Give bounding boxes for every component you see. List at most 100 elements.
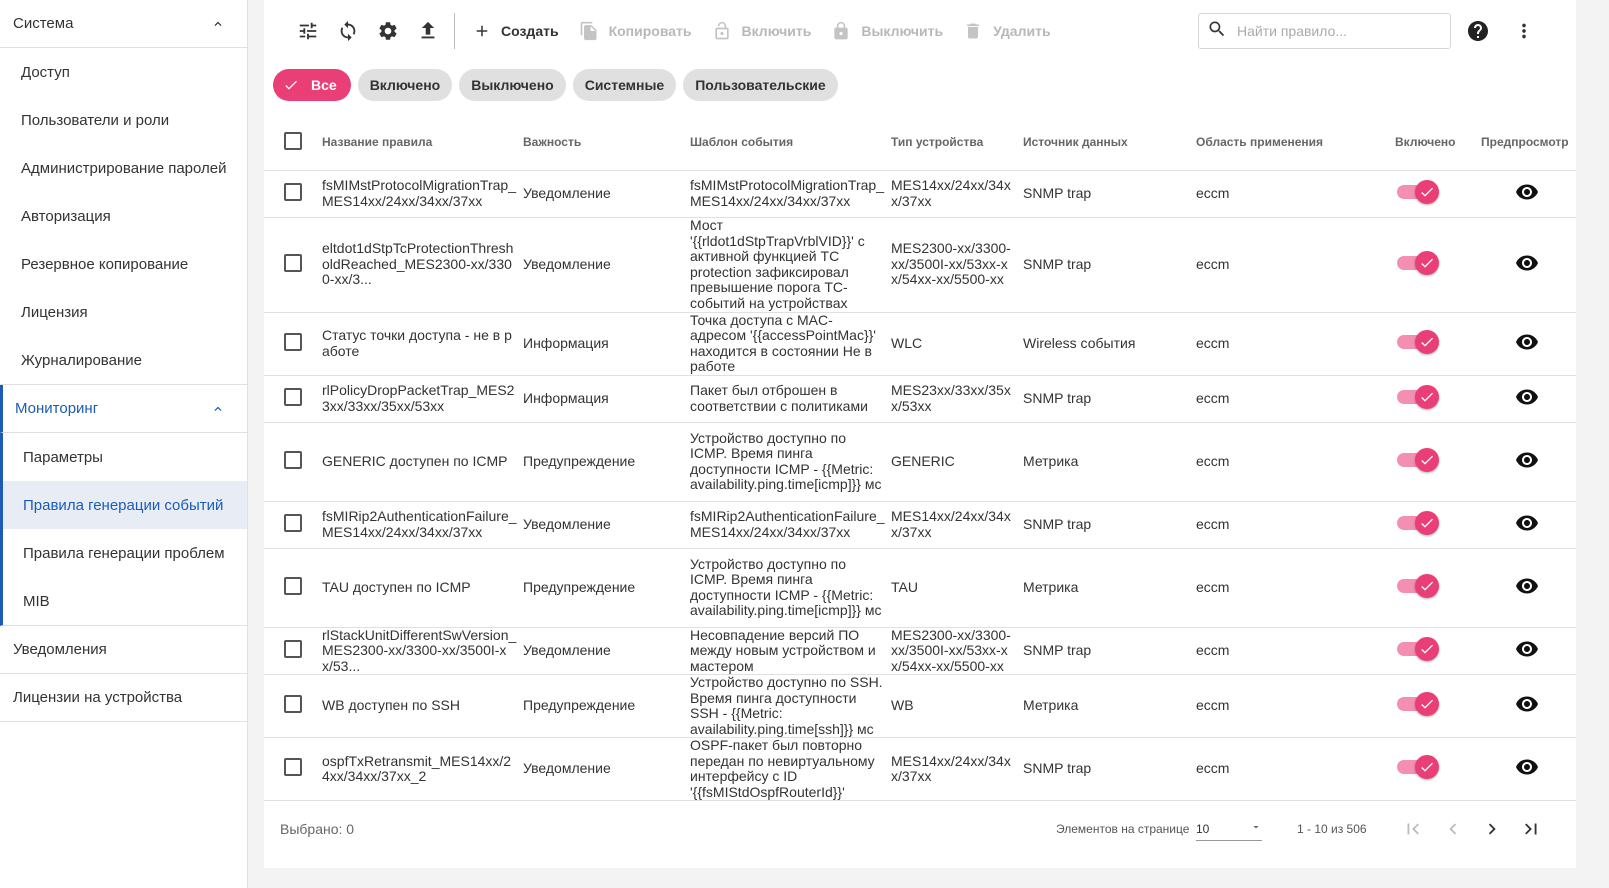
sidebar-item[interactable]: Журналирование	[0, 336, 247, 384]
filter-chip-label: Включено	[369, 77, 441, 93]
refresh-icon[interactable]	[328, 11, 368, 51]
enabled-toggle[interactable]	[1397, 384, 1439, 409]
delete-button[interactable]: Удалить	[953, 11, 1060, 51]
row-checkbox[interactable]	[284, 695, 302, 714]
enabled-toggle[interactable]	[1397, 329, 1439, 354]
sidebar-item[interactable]: Параметры	[3, 433, 247, 481]
per-page-select[interactable]: 10	[1196, 817, 1262, 841]
eye-icon[interactable]	[1515, 574, 1539, 598]
eye-icon[interactable]	[1515, 755, 1539, 779]
col-enabled[interactable]: Включено	[1395, 115, 1481, 171]
next-page-icon[interactable]	[1476, 813, 1508, 845]
prev-page-icon[interactable]	[1437, 813, 1469, 845]
enabled-toggle[interactable]	[1397, 637, 1439, 661]
table-row[interactable]: WB доступен по SSH Предупреждение Устройст…	[264, 674, 1576, 738]
table-row[interactable]: ospfTxRetransmit_MES14xx/24xx/34xx/37xx_…	[264, 737, 1576, 801]
upload-icon[interactable]	[408, 11, 448, 51]
col-preview[interactable]: Предпросмотр	[1481, 115, 1576, 171]
cell-device: WLC	[891, 312, 1023, 376]
enabled-toggle[interactable]	[1397, 692, 1439, 717]
filter-chip[interactable]: Включено	[357, 69, 453, 101]
filter-chip[interactable]: Все	[273, 69, 351, 101]
eye-icon[interactable]	[1515, 692, 1539, 716]
col-scope[interactable]: Область применения	[1196, 115, 1395, 171]
cell-template: Несовпадение версий ПО между новым устро…	[690, 627, 891, 675]
row-checkbox[interactable]	[284, 758, 302, 777]
toolbar-divider	[454, 13, 455, 49]
create-button[interactable]: Создать	[463, 11, 569, 51]
copy-button[interactable]: Копировать	[569, 11, 702, 51]
sidebar-item[interactable]: Лицензия	[0, 288, 247, 336]
enabled-toggle[interactable]	[1397, 447, 1439, 472]
sidebar-item[interactable]: MIB	[3, 577, 247, 625]
sidebar-item[interactable]: Администрирование паролей	[0, 144, 247, 192]
row-checkbox[interactable]	[284, 332, 302, 351]
help-icon[interactable]	[1458, 11, 1498, 51]
col-name[interactable]: Название правила	[322, 115, 523, 171]
table-row[interactable]: TAU доступен по ICMP Предупреждение Устрой…	[264, 548, 1576, 628]
row-checkbox[interactable]	[284, 450, 302, 469]
eye-icon[interactable]	[1515, 448, 1539, 472]
row-checkbox[interactable]	[284, 387, 302, 406]
sidebar-group-2[interactable]: Уведомления	[0, 626, 247, 674]
eye-icon[interactable]	[1515, 511, 1539, 535]
enabled-toggle[interactable]	[1397, 755, 1439, 780]
sidebar-group-0[interactable]: Система	[0, 0, 247, 48]
table-row[interactable]: fsMIRip2AuthenticationFailure_MES14xx/24…	[264, 501, 1576, 549]
sidebar-group-1[interactable]: Мониторинг	[0, 385, 247, 433]
table-row[interactable]: fsMIMstProtocolMigrationTrap_MES14xx/24x…	[264, 170, 1576, 218]
row-checkbox[interactable]	[284, 253, 302, 272]
sidebar-item[interactable]: Доступ	[0, 48, 247, 96]
sidebar-item[interactable]: Правила генерации событий	[3, 481, 247, 529]
sidebar-item[interactable]: Правила генерации проблем	[3, 529, 247, 577]
row-checkbox-cell	[264, 170, 322, 218]
eye-icon[interactable]	[1515, 180, 1539, 204]
select-all-checkbox[interactable]	[284, 131, 302, 150]
col-device[interactable]: Тип устройства	[891, 115, 1023, 171]
eye-icon[interactable]	[1515, 330, 1539, 354]
enable-label: Включить	[741, 23, 812, 39]
settings-icon[interactable]	[368, 11, 408, 51]
enabled-toggle[interactable]	[1397, 179, 1439, 204]
row-checkbox[interactable]	[284, 576, 302, 595]
search-input[interactable]	[1237, 23, 1427, 39]
disable-button[interactable]: Выключить	[821, 11, 953, 51]
enabled-toggle[interactable]	[1397, 250, 1439, 275]
filter-chip[interactable]: Пользовательские	[683, 69, 838, 101]
row-checkbox[interactable]	[284, 182, 302, 201]
cell-template: Устройство доступно по SSH. Время пинга …	[690, 674, 891, 738]
table-row[interactable]: eltdot1dStpTcProtectionThresholdReached_…	[264, 217, 1576, 313]
first-page-icon[interactable]	[1397, 813, 1429, 845]
cell-severity: Предупреждение	[523, 674, 690, 738]
col-severity[interactable]: Важность	[523, 115, 690, 171]
last-page-icon[interactable]	[1515, 813, 1547, 845]
table-row[interactable]: GENERIC доступен по ICMP Предупреждение Ус…	[264, 422, 1576, 502]
col-template[interactable]: Шаблон события	[690, 115, 891, 171]
sidebar-group-3[interactable]: Лицензии на устройства	[0, 674, 247, 722]
cell-name: GENERIC доступен по ICMP	[322, 422, 523, 502]
search-field[interactable]	[1198, 13, 1451, 49]
col-source[interactable]: Источник данных	[1023, 115, 1196, 171]
table-row[interactable]: rlStackUnitDifferentSwVersion_MES2300-xx…	[264, 627, 1576, 675]
sidebar-item[interactable]: Резервное копирование	[0, 240, 247, 288]
cell-enabled	[1395, 501, 1481, 549]
cell-source: Wireless события	[1023, 312, 1196, 376]
row-checkbox[interactable]	[284, 513, 302, 532]
enabled-toggle[interactable]	[1397, 510, 1439, 535]
eye-icon[interactable]	[1515, 385, 1539, 409]
more-vert-icon[interactable]	[1504, 11, 1544, 51]
enabled-toggle[interactable]	[1397, 573, 1439, 598]
enable-button[interactable]: Включить	[702, 11, 822, 51]
sidebar-item[interactable]: Пользователи и роли	[0, 96, 247, 144]
cell-preview	[1481, 627, 1576, 675]
filter-chip[interactable]: Системные	[572, 69, 677, 101]
table-row[interactable]: Статус точки доступа - не в работе Информ…	[264, 312, 1576, 376]
eye-icon[interactable]	[1515, 637, 1539, 661]
sidebar-item[interactable]: Авторизация	[0, 192, 247, 240]
filter-chip[interactable]: Выключено	[459, 69, 566, 101]
eye-icon[interactable]	[1515, 251, 1539, 275]
tune-icon[interactable]	[288, 11, 328, 51]
row-checkbox[interactable]	[284, 640, 302, 658]
trash-icon	[963, 21, 983, 41]
table-row[interactable]: rlPolicyDropPacketTrap_MES23xx/33xx/35xx…	[264, 375, 1576, 423]
